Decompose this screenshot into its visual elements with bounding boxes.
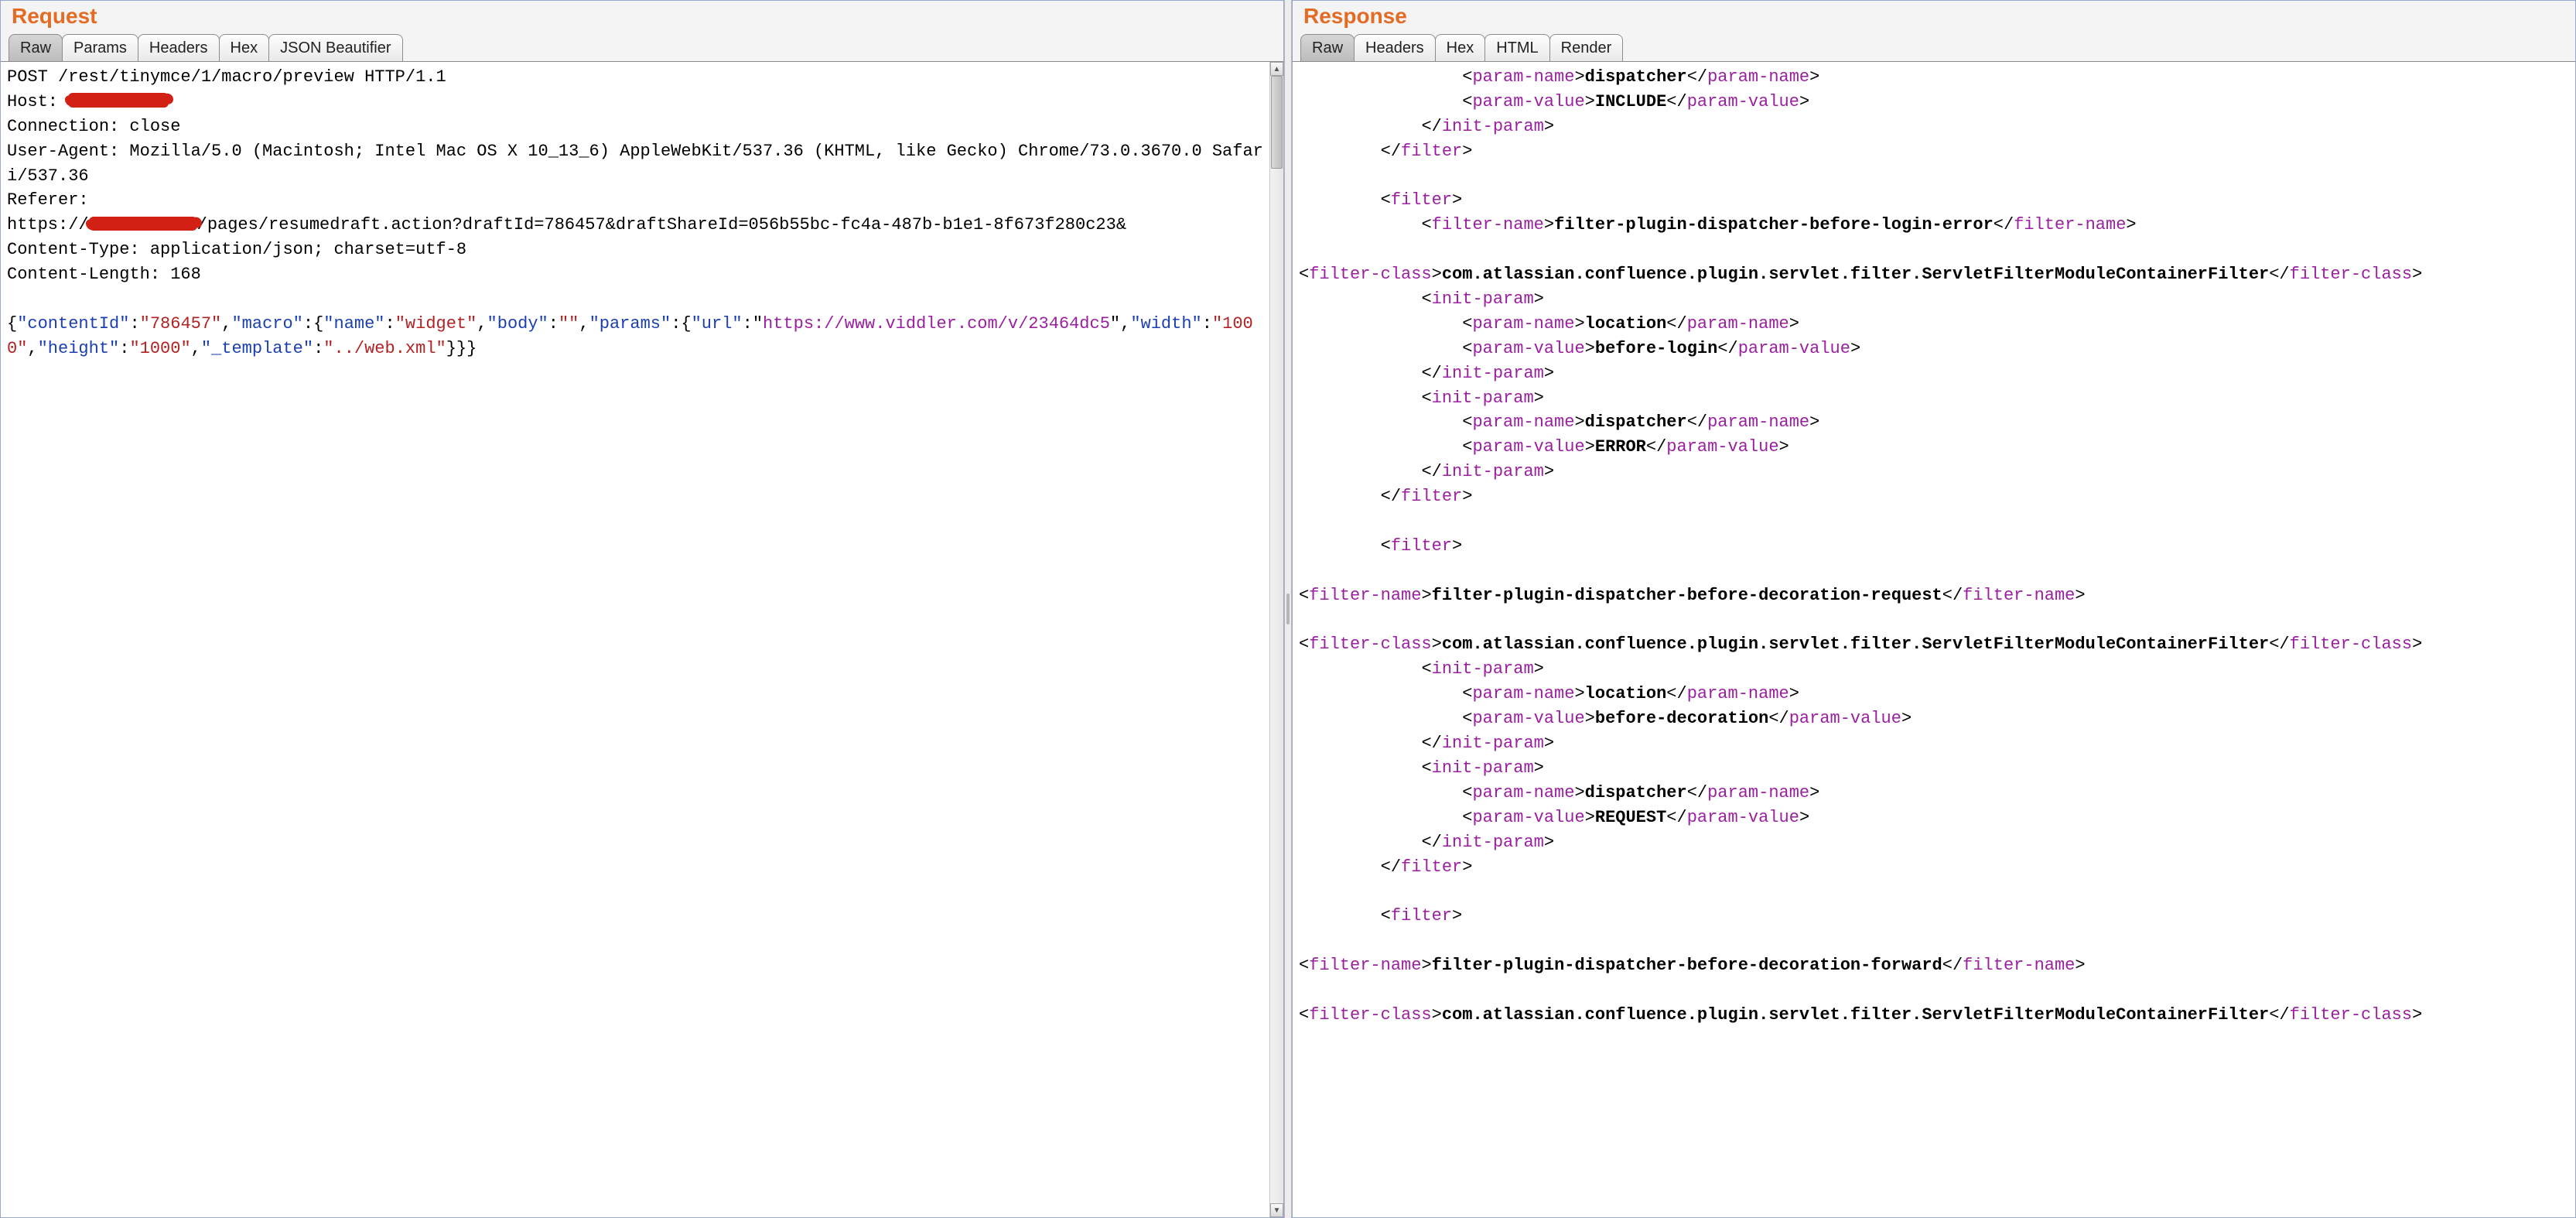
response-pane: Response Raw Headers Hex HTML Render <pa… (1292, 0, 2576, 1218)
request-title: Request (1, 1, 1283, 32)
response-tabs: Raw Headers Hex HTML Render (1293, 32, 2575, 61)
tab-resp-hex[interactable]: Hex (1435, 34, 1486, 62)
redacted-host (68, 93, 169, 108)
tab-raw[interactable]: Raw (9, 34, 63, 62)
pane-splitter[interactable] (1284, 0, 1292, 1218)
request-tabs: Raw Params Headers Hex JSON Beautifier (1, 32, 1283, 61)
tab-resp-headers[interactable]: Headers (1354, 34, 1436, 62)
scroll-track[interactable] (1270, 76, 1283, 1203)
splitter-grip-icon (1286, 594, 1290, 624)
tab-resp-render[interactable]: Render (1549, 34, 1624, 62)
tab-resp-html[interactable]: HTML (1484, 34, 1549, 62)
tab-params[interactable]: Params (62, 34, 138, 62)
response-title: Response (1293, 1, 2575, 32)
request-scrollbar[interactable]: ▲ ▼ (1269, 62, 1283, 1217)
request-pane: Request Raw Params Headers Hex JSON Beau… (0, 0, 1284, 1218)
tab-resp-raw[interactable]: Raw (1300, 34, 1355, 62)
request-content-wrap: POST /rest/tinymce/1/macro/preview HTTP/… (1, 61, 1283, 1217)
tab-json-beautifier[interactable]: JSON Beautifier (268, 34, 402, 62)
scroll-up-icon[interactable]: ▲ (1270, 62, 1283, 76)
scroll-down-icon[interactable]: ▼ (1270, 1203, 1283, 1217)
tab-hex[interactable]: Hex (219, 34, 270, 62)
tab-headers[interactable]: Headers (138, 34, 220, 62)
scroll-thumb[interactable] (1271, 76, 1283, 169)
redacted-referer (89, 217, 197, 231)
request-raw-content[interactable]: POST /rest/tinymce/1/macro/preview HTTP/… (1, 62, 1269, 1217)
response-content-wrap: <param-name>dispatcher</param-name> <par… (1293, 61, 2575, 1217)
response-raw-content[interactable]: <param-name>dispatcher</param-name> <par… (1293, 62, 2575, 1217)
